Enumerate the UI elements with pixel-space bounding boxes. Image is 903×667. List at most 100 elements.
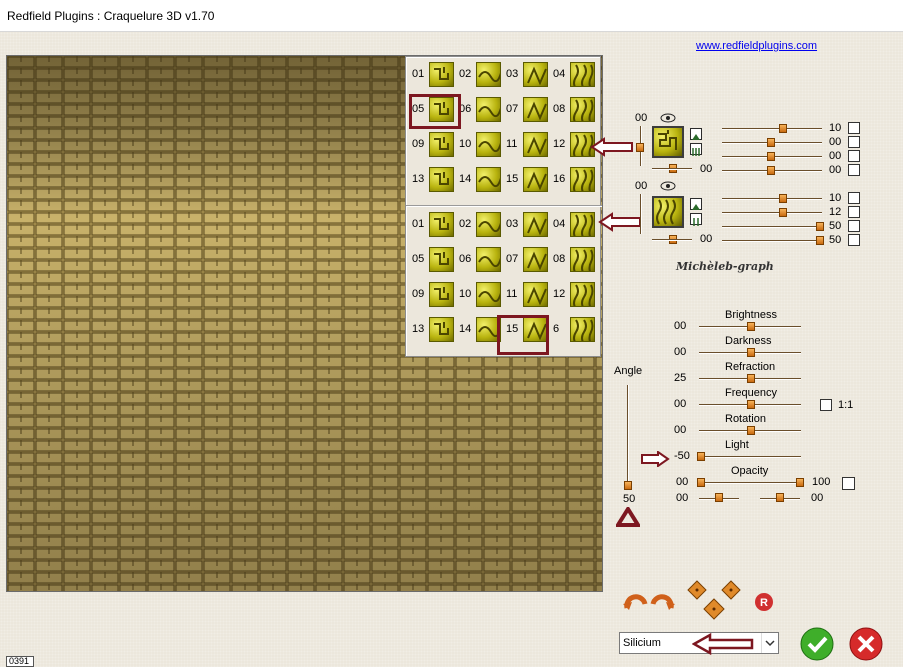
- layer2-texture-swatch[interactable]: [652, 196, 684, 228]
- top-pattern-08[interactable]: 08: [549, 94, 595, 126]
- param-knob-light[interactable]: [697, 452, 705, 461]
- pattern-thumbnail[interactable]: [429, 212, 454, 237]
- top-pattern-03[interactable]: 03: [502, 59, 548, 91]
- redo-icon[interactable]: [649, 590, 675, 612]
- pattern-thumbnail[interactable]: [570, 167, 595, 192]
- pattern-thumbnail[interactable]: [476, 282, 501, 307]
- layer2-slider-knob[interactable]: [779, 194, 787, 203]
- bottom-pattern-10[interactable]: 10: [455, 279, 501, 311]
- pattern-thumbnail[interactable]: [523, 282, 548, 307]
- layer1-slider-knob[interactable]: [767, 166, 775, 175]
- bottom-pattern-03[interactable]: 03: [502, 209, 548, 241]
- pattern-thumbnail[interactable]: [429, 317, 454, 342]
- param-knob-brightness[interactable]: [747, 322, 755, 331]
- pattern-thumbnail[interactable]: [476, 212, 501, 237]
- bottom-pattern-06[interactable]: 06: [455, 244, 501, 276]
- layer2-slider-track[interactable]: [722, 240, 822, 242]
- angle-slider[interactable]: [627, 385, 629, 485]
- bottom-pattern-12[interactable]: 12: [549, 279, 595, 311]
- top-pattern-11[interactable]: 11: [502, 129, 548, 161]
- undo-icon[interactable]: [623, 590, 649, 612]
- pattern-thumbnail[interactable]: [570, 282, 595, 307]
- top-pattern-13[interactable]: 13: [408, 164, 454, 196]
- extra-left-knob[interactable]: [715, 493, 723, 502]
- bottom-pattern-13[interactable]: 13: [408, 314, 454, 346]
- angle-knob[interactable]: [624, 481, 632, 490]
- top-pattern-15[interactable]: 15: [502, 164, 548, 196]
- top-pattern-02[interactable]: 02: [455, 59, 501, 91]
- param-knob-opacity-min[interactable]: [697, 478, 705, 487]
- cancel-x-icon[interactable]: [849, 627, 883, 661]
- pattern-thumbnail[interactable]: [523, 132, 548, 157]
- pattern-thumbnail[interactable]: [570, 212, 595, 237]
- layer1-slider-knob[interactable]: [779, 124, 787, 133]
- pattern-thumbnail[interactable]: [523, 212, 548, 237]
- pattern-thumbnail[interactable]: [476, 247, 501, 272]
- top-pattern-09[interactable]: 09: [408, 129, 454, 161]
- bottom-pattern-11[interactable]: 11: [502, 279, 548, 311]
- layer2-vertical-slider[interactable]: [640, 194, 642, 234]
- param-knob-refraction[interactable]: [747, 374, 755, 383]
- param-knob-opacity-max[interactable]: [796, 478, 804, 487]
- pattern-thumbnail[interactable]: [476, 97, 501, 122]
- layer2-slider-knob[interactable]: [779, 208, 787, 217]
- layer2-slider-knob[interactable]: [816, 222, 824, 231]
- pattern-thumbnail[interactable]: [570, 97, 595, 122]
- bottom-pattern-08[interactable]: 08: [549, 244, 595, 276]
- layer2-slider-track[interactable]: [722, 212, 822, 214]
- bottom-pattern-02[interactable]: 02: [455, 209, 501, 241]
- pattern-thumbnail[interactable]: [570, 317, 595, 342]
- layer1-slider-track[interactable]: [722, 128, 822, 130]
- layer2-slider-track[interactable]: [722, 198, 822, 200]
- top-pattern-07[interactable]: 07: [502, 94, 548, 126]
- chevron-down-icon[interactable]: [761, 633, 778, 653]
- param-track-opacity[interactable]: [699, 482, 801, 484]
- pattern-thumbnail[interactable]: [523, 247, 548, 272]
- dice-icon[interactable]: [685, 579, 743, 623]
- layer2-move-up-button[interactable]: [690, 198, 702, 210]
- ok-check-icon[interactable]: [800, 627, 834, 661]
- reset-icon[interactable]: R: [754, 592, 774, 612]
- param-knob-rotation[interactable]: [747, 426, 755, 435]
- top-pattern-14[interactable]: 14: [455, 164, 501, 196]
- pattern-thumbnail[interactable]: [523, 97, 548, 122]
- opacity-checkbox[interactable]: [842, 477, 855, 490]
- param-knob-darkness[interactable]: [747, 348, 755, 357]
- layer1-slider-knob[interactable]: [767, 152, 775, 161]
- bottom-pattern-05[interactable]: 05: [408, 244, 454, 276]
- top-pattern-04[interactable]: 04: [549, 59, 595, 91]
- pattern-thumbnail[interactable]: [523, 167, 548, 192]
- website-link[interactable]: www.redfieldplugins.com: [696, 40, 817, 52]
- pattern-thumbnail[interactable]: [429, 167, 454, 192]
- layer2-slider-knob[interactable]: [816, 236, 824, 245]
- pattern-thumbnail[interactable]: [429, 282, 454, 307]
- pattern-thumbnail[interactable]: [429, 132, 454, 157]
- pattern-thumbnail[interactable]: [570, 62, 595, 87]
- top-pattern-12[interactable]: 12: [549, 129, 595, 161]
- pattern-thumbnail[interactable]: [476, 167, 501, 192]
- pattern-thumbnail[interactable]: [570, 247, 595, 272]
- eye-icon[interactable]: [660, 113, 676, 123]
- top-pattern-10[interactable]: 10: [455, 129, 501, 161]
- bottom-pattern-07[interactable]: 07: [502, 244, 548, 276]
- bottom-pattern-14[interactable]: 14: [455, 314, 501, 346]
- top-pattern-01[interactable]: 01: [408, 59, 454, 91]
- bottom-pattern-09[interactable]: 09: [408, 279, 454, 311]
- bottom-pattern-01[interactable]: 01: [408, 209, 454, 241]
- layer1-slider-knob[interactable]: [767, 138, 775, 147]
- top-pattern-16[interactable]: 16: [549, 164, 595, 196]
- param-track-light[interactable]: [699, 456, 801, 458]
- layer2-slider-track[interactable]: [722, 226, 822, 228]
- layer1-mode-button[interactable]: [690, 143, 702, 156]
- param-knob-frequency[interactable]: [747, 400, 755, 409]
- eye-icon[interactable]: [660, 181, 676, 191]
- pattern-thumbnail[interactable]: [476, 132, 501, 157]
- bottom-pattern-04[interactable]: 04: [549, 209, 595, 241]
- top-pattern-06[interactable]: 06: [455, 94, 501, 126]
- triangle-up-icon[interactable]: [616, 507, 640, 527]
- pattern-thumbnail[interactable]: [523, 62, 548, 87]
- pattern-thumbnail[interactable]: [429, 247, 454, 272]
- pattern-thumbnail[interactable]: [429, 62, 454, 87]
- layer1-vertical-knob[interactable]: [636, 143, 644, 152]
- layer1-move-up-button[interactable]: [690, 128, 702, 140]
